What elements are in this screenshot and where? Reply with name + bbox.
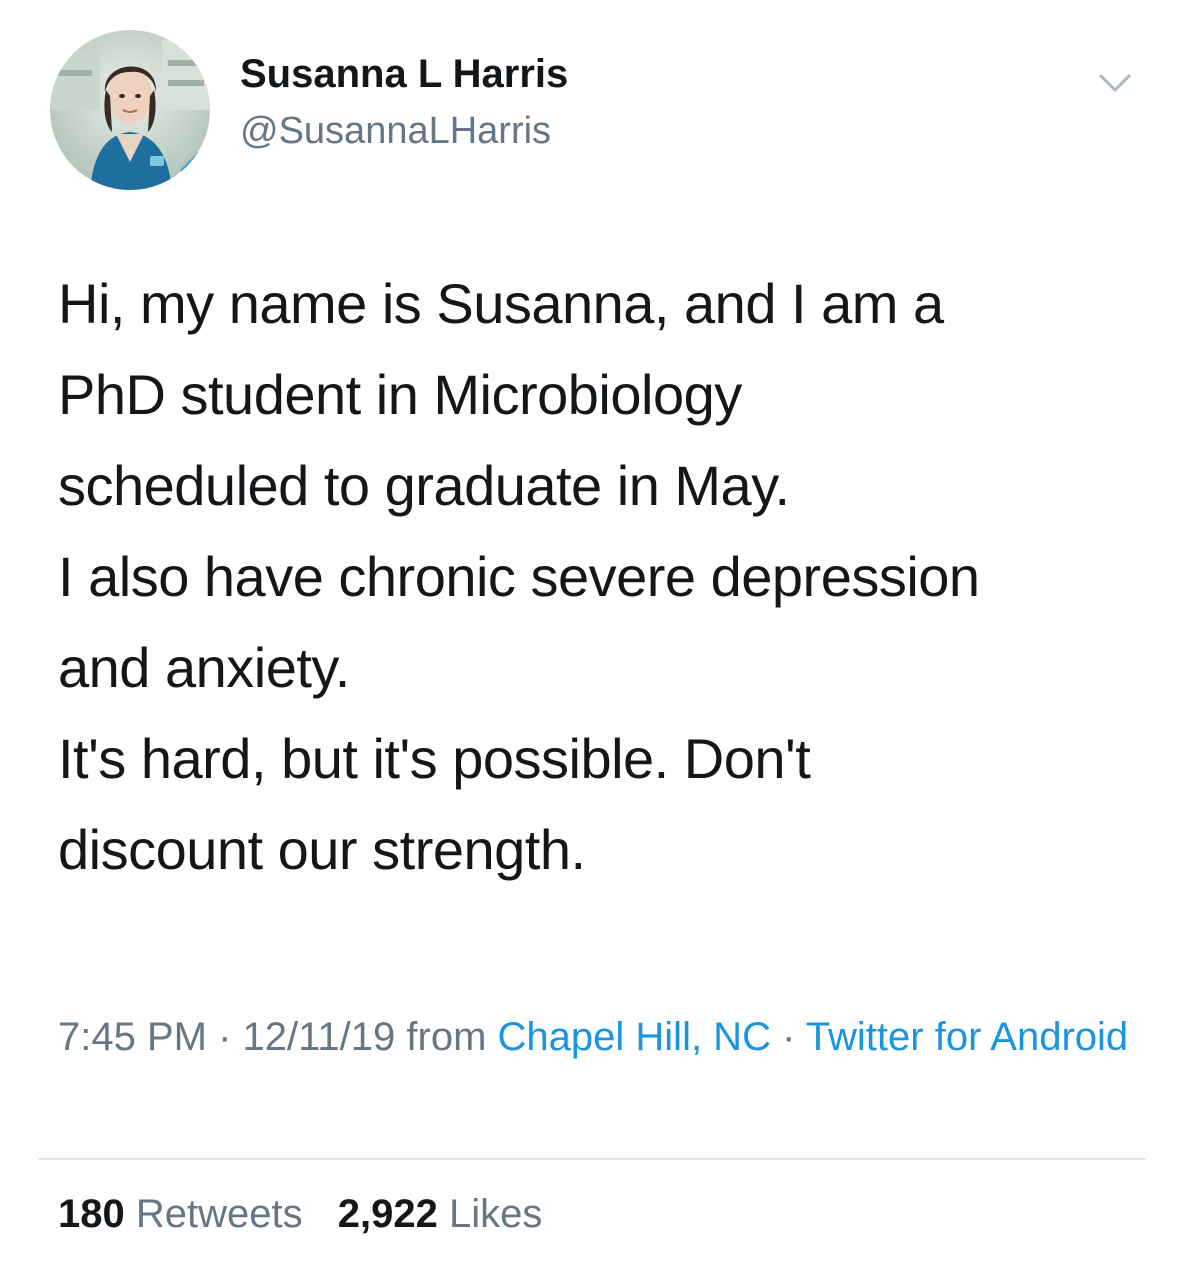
tweet-metadata: 7:45 PM · 12/11/19 from Chapel Hill, NC … [58,1006,1148,1068]
tweet-line: PhD student in Microbiology [58,363,742,426]
username-handle[interactable]: @SusannaLHarris [240,110,551,153]
tweet-body: Hi, my name is Susanna, and I am a PhD s… [58,258,1138,895]
likes-label: Likes [448,1192,543,1236]
tweet-time[interactable]: 7:45 PM [58,1015,207,1059]
retweets-label: Retweets [135,1192,303,1236]
meta-separator: · [218,1015,232,1059]
likes-count: 2,922 [337,1192,438,1236]
meta-separator: · [782,1015,796,1059]
retweets-count: 180 [58,1192,125,1236]
tweet-line: I also have chronic severe depression [58,545,980,608]
display-name[interactable]: Susanna L Harris [240,52,568,97]
retweets-stat[interactable]: 180 Retweets [58,1192,314,1236]
profile-photo-icon [50,30,210,190]
tweet-line: and anxiety. [58,636,350,699]
from-label: from [406,1015,487,1059]
chevron-down-icon[interactable] [1095,68,1135,98]
tweet-stats: 180 Retweets 2,922 Likes [58,1192,566,1237]
avatar[interactable] [50,30,210,190]
client-link[interactable]: Twitter for Android [806,1015,1128,1059]
chevron-down-icon-graphic [1099,74,1131,92]
tweet-card: Susanna L Harris @SusannaLHarris Hi, my … [0,0,1177,1280]
likes-stat[interactable]: 2,922 Likes [338,1192,543,1236]
tweet-line: scheduled to graduate in May. [58,454,790,517]
location-link[interactable]: Chapel Hill, NC [498,1015,771,1059]
tweet-date[interactable]: 12/11/19 [243,1015,396,1059]
tweet-line: Hi, my name is Susanna, and I am a [58,272,944,335]
tweet-line: It's hard, but it's possible. Don't [58,727,811,790]
divider [38,1158,1146,1160]
tweet-line: discount our strength. [58,818,586,881]
